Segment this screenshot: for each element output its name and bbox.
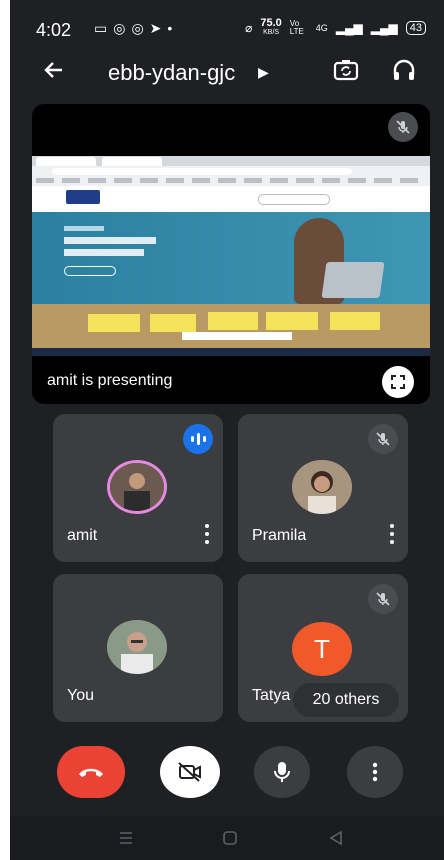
whatsapp-icon: ◎ xyxy=(113,20,132,36)
participant-name: You xyxy=(67,687,94,704)
telegram-icon: ➤ xyxy=(149,20,168,36)
mic-off-icon-svg xyxy=(376,592,390,606)
more-options-icon[interactable] xyxy=(384,522,400,546)
speaking-indicator-icon xyxy=(183,424,213,454)
hero-button xyxy=(64,266,116,276)
net-speed: 75.0 KB/S xyxy=(260,18,281,38)
browser-tab-bar xyxy=(32,156,430,166)
sticky-note xyxy=(88,314,140,332)
back-arrow-icon-svg xyxy=(44,62,62,78)
browser-tab xyxy=(102,157,162,166)
screen-record-icon: ▭ xyxy=(94,20,114,36)
headphones-icon xyxy=(393,59,415,80)
others-chip[interactable]: 20 others xyxy=(293,683,399,717)
volte-label: Vo LTE xyxy=(289,19,304,36)
back-nav-icon[interactable] xyxy=(328,830,344,851)
end-call-button[interactable] xyxy=(57,746,125,798)
mic-off-icon xyxy=(368,424,398,454)
avatar xyxy=(107,460,167,514)
meeting-code[interactable]: ebb-ydan-gjc xyxy=(108,60,235,86)
recent-apps-icon-svg xyxy=(120,832,132,844)
sticky-note xyxy=(330,312,380,330)
presentation-tile[interactable]: amit is presenting xyxy=(32,104,430,404)
mic-off-icon-svg xyxy=(376,432,390,446)
participant-name: amit xyxy=(67,527,98,544)
notification-icons: ▭◎◎➤• xyxy=(94,20,178,37)
mic-off-icon-svg xyxy=(396,120,410,134)
hang-up-icon xyxy=(79,768,103,777)
avatar xyxy=(107,620,167,674)
avatar-photo xyxy=(292,460,352,514)
back-arrow-icon[interactable] xyxy=(42,58,66,89)
browser-tab xyxy=(36,157,96,166)
shared-screen xyxy=(32,156,430,356)
home-icon-svg xyxy=(223,831,237,845)
share-banner xyxy=(182,332,292,340)
participant-name: Pramila xyxy=(252,527,307,544)
mic-off-icon xyxy=(388,112,418,142)
more-options-icon[interactable] xyxy=(199,522,215,546)
hero-line xyxy=(64,249,144,256)
signal-icon: ▂▄▆ xyxy=(335,21,363,35)
switch-camera-icon-svg xyxy=(333,60,359,81)
camera-toggle-button[interactable] xyxy=(160,746,220,798)
bookmarks-bar xyxy=(36,178,426,183)
site-logo xyxy=(66,190,100,204)
whatsapp-icon: ◎ xyxy=(131,20,150,36)
hero-line xyxy=(64,226,104,231)
dot-icon: • xyxy=(167,20,179,36)
presenter-label: amit is presenting xyxy=(47,372,173,389)
avatar xyxy=(292,460,352,514)
microphone-button[interactable] xyxy=(254,746,310,798)
battery-level: 43 xyxy=(405,21,426,35)
notice-board xyxy=(32,304,430,348)
hero-text-block xyxy=(64,226,174,276)
avatar-photo xyxy=(107,620,167,674)
browser-url-bar xyxy=(52,168,352,175)
back-nav-icon-svg xyxy=(329,830,342,846)
windows-taskbar xyxy=(32,348,430,356)
meet-screen: 4:02 ▭◎◎➤• ⌀ 75.0 KB/S Vo LTE 4G ▂▄▆ ▂▄▆… xyxy=(10,0,444,860)
hero-laptop-image xyxy=(321,262,385,298)
status-time: 4:02 xyxy=(36,20,72,40)
home-icon[interactable] xyxy=(222,830,238,851)
net-speed-unit: KB/S xyxy=(263,29,280,36)
sticky-note xyxy=(208,312,258,330)
fullscreen-button[interactable] xyxy=(382,366,414,398)
presenter-bar: amit is presenting xyxy=(32,356,430,404)
avatar-initial: T xyxy=(292,622,352,676)
more-options-button[interactable] xyxy=(347,746,403,798)
system-nav-bar xyxy=(10,816,444,860)
participant-tile-you[interactable]: You xyxy=(53,574,223,722)
browser-chrome xyxy=(32,156,430,187)
sticky-note xyxy=(266,312,318,330)
site-hero-banner xyxy=(32,212,430,304)
network-type: 4G xyxy=(315,23,328,33)
avatar-photo xyxy=(110,463,164,511)
recent-apps-icon[interactable] xyxy=(118,830,134,851)
participant-tile-pramila[interactable]: Pramila xyxy=(238,414,408,562)
signal-icon: ▂▄▆ xyxy=(370,21,398,35)
mute-bell-icon: ⌀ xyxy=(245,21,253,35)
mic-icon xyxy=(274,762,290,782)
hero-line xyxy=(64,237,156,244)
sticky-note xyxy=(150,314,196,332)
participant-name: Tatya xyxy=(252,687,291,704)
more-vert-icon xyxy=(372,762,378,782)
participant-tile-amit[interactable]: amit xyxy=(53,414,223,562)
meeting-header: ebb-ydan-gjc ▶ xyxy=(10,46,444,96)
caret-right-icon[interactable]: ▶ xyxy=(258,64,269,81)
mic-off-icon xyxy=(368,584,398,614)
switch-camera-icon[interactable] xyxy=(332,56,360,84)
fullscreen-icon xyxy=(391,375,405,389)
site-search-box xyxy=(258,194,330,205)
net-speed-value: 75.0 xyxy=(260,17,282,29)
audio-output-icon[interactable] xyxy=(390,56,418,84)
status-right: ⌀ 75.0 KB/S Vo LTE 4G ▂▄▆ ▂▄▆ 43 xyxy=(245,18,426,38)
video-off-icon xyxy=(178,762,201,782)
site-header xyxy=(32,186,430,212)
